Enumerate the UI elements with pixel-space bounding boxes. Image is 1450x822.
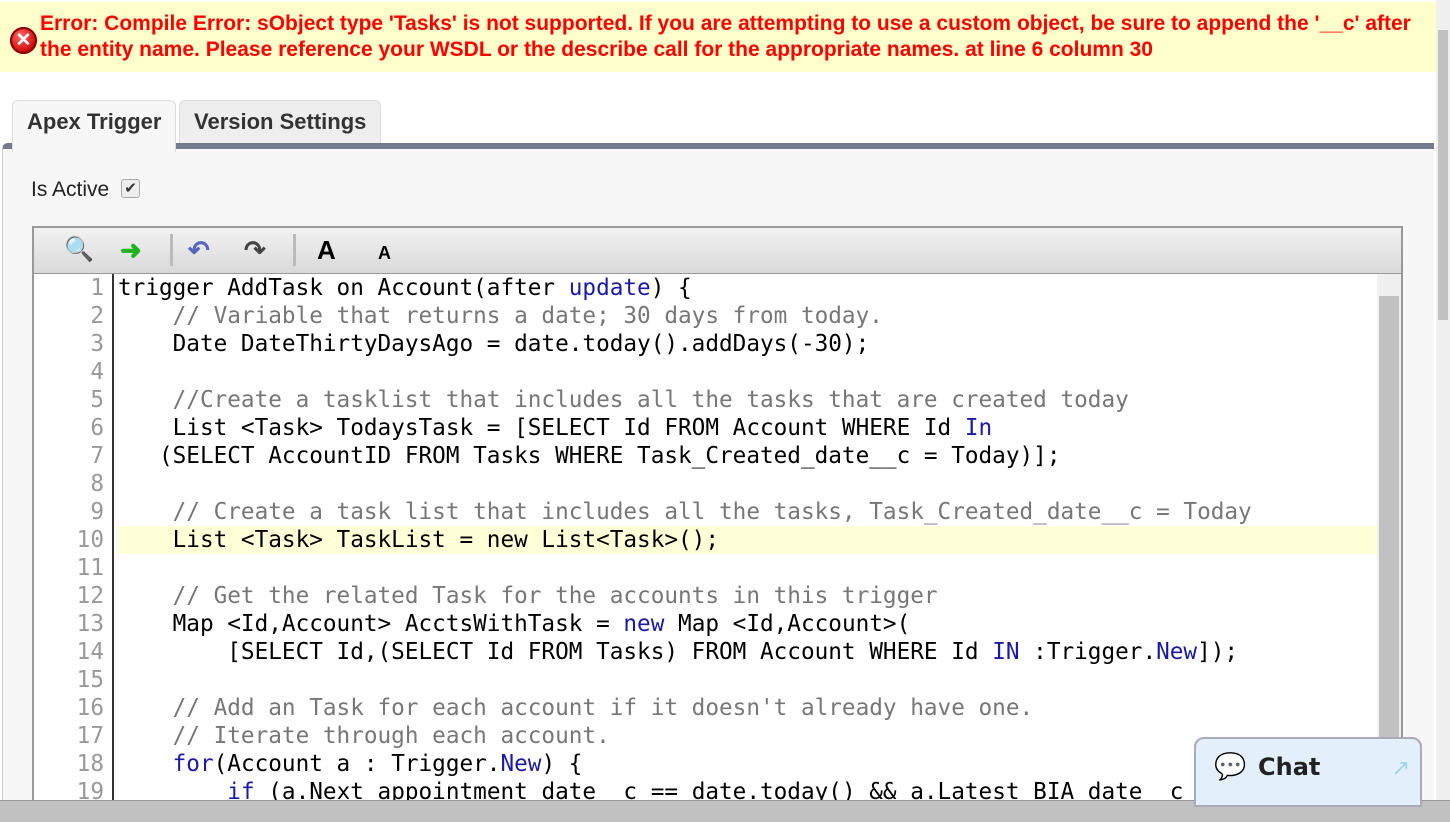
- error-banner: ✕ Error: Compile Error: sObject type 'Ta…: [0, 2, 1436, 72]
- decrease-font-button[interactable]: A: [378, 237, 391, 269]
- code-line[interactable]: [118, 554, 1379, 582]
- code-comment: // Create a task list that includes all …: [118, 499, 1252, 525]
- go-to-line-arrow-icon[interactable]: ➜: [120, 234, 142, 266]
- increase-font-button[interactable]: A: [317, 234, 336, 266]
- code-text: Map <Id,Account> AcctsWithTask =: [118, 611, 624, 637]
- line-number: 17: [76, 723, 104, 749]
- code-line[interactable]: //Create a tasklist that includes all th…: [118, 386, 1379, 414]
- code-line[interactable]: // Iterate through each account.: [118, 722, 1379, 750]
- undo-icon[interactable]: ↶: [188, 234, 210, 266]
- line-number: 15: [76, 667, 104, 693]
- tab-label: Version Settings: [194, 109, 367, 134]
- code-comment: // Iterate through each account.: [118, 723, 610, 749]
- code-area[interactable]: 1 2 3 4 5 6 7 8 9 10 11 12 13 14 15 16 17 18 19 trigger Ad…: [34, 274, 1379, 806]
- code-text: ) {: [541, 751, 583, 777]
- code-comment: // Variable that returns a date; 30 days…: [118, 303, 883, 329]
- code-line[interactable]: [SELECT Id,(SELECT Id FROM Tasks) FROM A…: [118, 638, 1379, 666]
- editor-toolbar: 🔍 ➜ ↶ ↷ A A: [34, 228, 1401, 274]
- code-line[interactable]: Date DateThirtyDaysAgo = date.today().ad…: [118, 330, 1379, 358]
- line-number: 4: [90, 359, 104, 385]
- code-keyword: New: [500, 751, 542, 777]
- expand-arrow-icon[interactable]: ↗: [1392, 755, 1410, 781]
- code-line[interactable]: // Get the related Task for the accounts…: [118, 582, 1379, 610]
- line-number: 12: [76, 583, 104, 609]
- line-number: 5: [90, 387, 104, 413]
- code-text: trigger AddTask on Account(after: [118, 275, 569, 301]
- code-line[interactable]: // Add an Task for each account if it do…: [118, 694, 1379, 722]
- line-number: 18: [76, 751, 104, 777]
- line-number: 13: [76, 611, 104, 637]
- code-line[interactable]: // Variable that returns a date; 30 days…: [118, 302, 1379, 330]
- code-keyword: IN: [992, 639, 1020, 665]
- line-number: 3: [90, 331, 104, 357]
- code-line[interactable]: [118, 666, 1379, 694]
- code-line[interactable]: trigger AddTask on Account(after update)…: [118, 274, 1379, 302]
- line-number: 10: [76, 527, 104, 553]
- code-text: ) {: [650, 275, 692, 301]
- code-line[interactable]: // Create a task list that includes all …: [118, 498, 1379, 526]
- code-keyword: new: [623, 611, 665, 637]
- code-keyword: for: [172, 751, 214, 777]
- line-number: 6: [90, 415, 104, 441]
- code-text: Map <Id,Account>(: [664, 611, 911, 637]
- is-active-label: Is Active: [31, 178, 110, 201]
- code-comment: //Create a tasklist that includes all th…: [118, 387, 1129, 413]
- code-text: (Account a : Trigger.: [213, 751, 501, 777]
- code-line[interactable]: List <Task> TaskList = new List<Task>();: [118, 526, 1379, 554]
- tab-apex-trigger[interactable]: Apex Trigger: [12, 100, 177, 152]
- line-number: 8: [90, 471, 104, 497]
- search-icon[interactable]: 🔍: [64, 234, 94, 266]
- code-keyword: update: [568, 275, 651, 301]
- code-editor: 🔍 ➜ ↶ ↷ A A 1 2 3 4 5 6 7 8 9 10 11 12 13 14 15 16 17 18 1…: [32, 226, 1403, 816]
- code-text: ]);: [1197, 639, 1239, 665]
- line-number: 9: [90, 499, 104, 525]
- page-vertical-scrollbar[interactable]: [1436, 0, 1450, 800]
- code-text: [SELECT Id,(SELECT Id FROM Tasks) FROM A…: [118, 639, 993, 665]
- code-line[interactable]: for(Account a : Trigger.New) {: [118, 750, 1379, 778]
- editor-vertical-scrollbar[interactable]: [1377, 274, 1401, 816]
- code-line[interactable]: [118, 358, 1379, 386]
- error-icon: ✕: [10, 27, 37, 54]
- chat-widget[interactable]: 💬 Chat ↗: [1194, 737, 1422, 807]
- chat-label: Chat: [1258, 753, 1321, 781]
- toolbar-divider: [170, 234, 173, 266]
- code-text: Date DateThirtyDaysAgo = date.today().ad…: [118, 331, 870, 357]
- line-number: 14: [76, 639, 104, 665]
- chat-bubble-icon: 💬: [1214, 751, 1247, 781]
- line-number-gutter: 1 2 3 4 5 6 7 8 9 10 11 12 13 14 15 16 17 18 19: [34, 274, 114, 806]
- code-text: List <Task> TodaysTask = [SELECT Id FROM…: [118, 415, 965, 441]
- line-number: 1: [90, 275, 104, 301]
- code-text: List <Task> TaskList = new List<Task>();: [118, 527, 719, 553]
- code-line[interactable]: [118, 470, 1379, 498]
- tab-version-settings[interactable]: Version Settings: [179, 100, 382, 146]
- error-message: Error: Compile Error: sObject type 'Task…: [40, 12, 1411, 61]
- tab-label: Apex Trigger: [27, 109, 162, 134]
- redo-icon[interactable]: ↷: [244, 234, 266, 266]
- scrollbar-thumb[interactable]: [1438, 30, 1448, 320]
- code-line[interactable]: (SELECT AccountID FROM Tasks WHERE Task_…: [118, 442, 1379, 470]
- code-comment: // Get the related Task for the accounts…: [118, 583, 938, 609]
- is-active-checkbox[interactable]: ✔: [121, 179, 140, 198]
- code-comment: // Add an Task for each account if it do…: [118, 695, 1034, 721]
- line-number: 7: [90, 443, 104, 469]
- code-line[interactable]: List <Task> TodaysTask = [SELECT Id FROM…: [118, 414, 1379, 442]
- code-text: (SELECT AccountID FROM Tasks WHERE Task_…: [118, 443, 1061, 469]
- line-number: 16: [76, 695, 104, 721]
- code-line[interactable]: Map <Id,Account> AcctsWithTask = new Map…: [118, 610, 1379, 638]
- code-text: :Trigger.: [1019, 639, 1157, 665]
- code-keyword: In: [964, 415, 993, 441]
- code-keyword: New: [1156, 639, 1198, 665]
- line-number: 11: [76, 555, 104, 581]
- line-number: 2: [90, 303, 104, 329]
- toolbar-divider: [293, 234, 296, 266]
- code-lines[interactable]: trigger AddTask on Account(after update)…: [118, 274, 1379, 806]
